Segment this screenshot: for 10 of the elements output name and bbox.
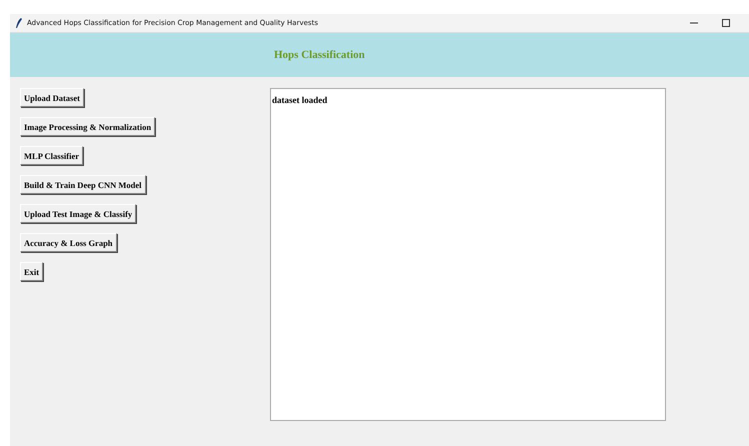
action-button[interactable]: Build & Train Deep CNN Model bbox=[20, 175, 146, 194]
output-text: dataset loaded bbox=[272, 95, 328, 105]
action-button[interactable]: Upload Test Image & Classify bbox=[20, 204, 136, 223]
app-title: Hops Classification bbox=[274, 49, 365, 61]
action-button[interactable]: Upload Dataset bbox=[20, 88, 84, 107]
action-button[interactable]: Accuracy & Loss Graph bbox=[20, 233, 117, 252]
action-button[interactable]: Image Processing & Normalization bbox=[20, 117, 156, 136]
action-button[interactable]: MLP Classifier bbox=[20, 146, 84, 165]
output-text-area[interactable]: dataset loaded bbox=[270, 88, 666, 421]
action-button[interactable]: Exit bbox=[20, 262, 44, 281]
